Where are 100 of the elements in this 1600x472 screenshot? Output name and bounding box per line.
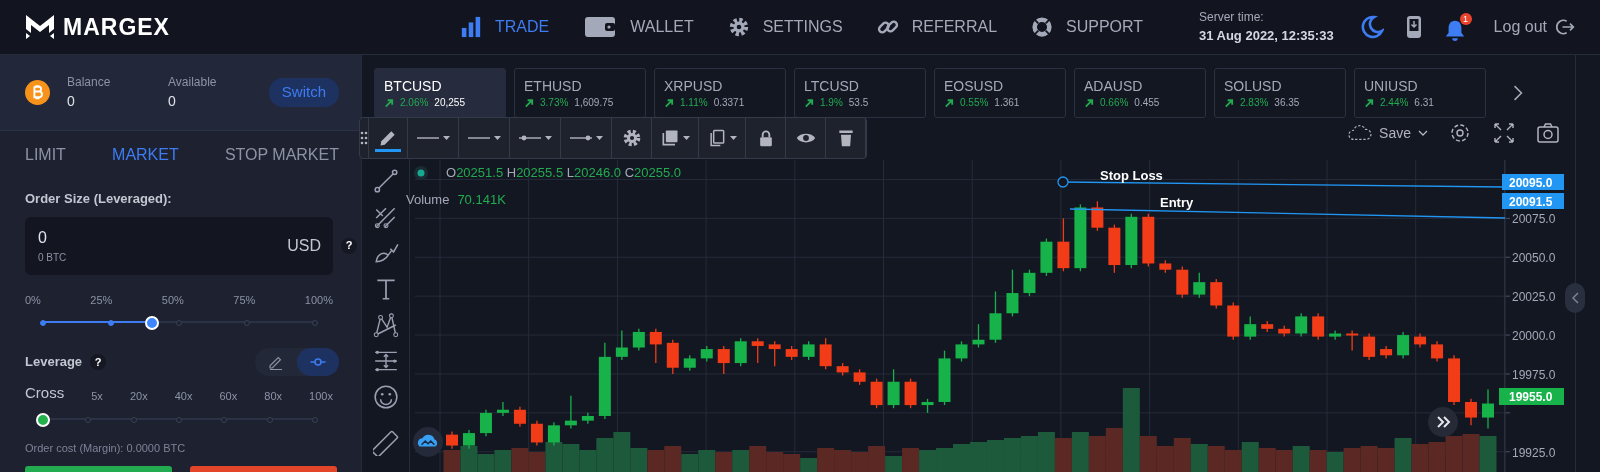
candlestick: [819, 337, 832, 370]
candlestick: [649, 328, 662, 364]
nav-link[interactable]: WALLET: [583, 14, 694, 40]
slider-label: 80x: [264, 389, 283, 404]
price-label: 20075.0: [1512, 212, 1556, 227]
volume-value: 70.141K: [457, 190, 506, 209]
ticker-price: 0.455: [1134, 95, 1160, 110]
price-change: 3.73%: [540, 95, 569, 110]
candlestick: [887, 368, 900, 409]
ticker-tab[interactable]: LTCUSD 1.9% 53.5: [794, 68, 926, 118]
balance-value: 0: [67, 92, 76, 111]
price-label: 19975.0: [1512, 367, 1556, 382]
order-type-tab[interactable]: LIMIT: [25, 143, 66, 167]
candlestick: [530, 420, 543, 447]
slider-label: 20x: [129, 389, 148, 404]
price-tag: 20095.0: [1502, 174, 1564, 190]
candlestick: [496, 401, 509, 417]
candlestick: [955, 340, 968, 363]
price-label: 20000.0: [1512, 329, 1556, 344]
order-size-field[interactable]: 0 0 BTC USD: [25, 216, 333, 275]
ticker-tab[interactable]: EOSUSD 0.55% 1.361: [934, 68, 1066, 118]
server-time: 31 Aug 2022, 12:35:33: [1198, 27, 1334, 46]
ticker-tab[interactable]: ETHUSD 3.73% 1,609.75: [514, 68, 646, 118]
candlestick: [1482, 388, 1494, 430]
order-type-tab[interactable]: MARKET: [112, 143, 179, 167]
slider-label: 0%: [25, 292, 41, 308]
candlestick: [1193, 272, 1206, 299]
candlestick: [768, 340, 781, 367]
candlestick: [632, 328, 645, 352]
price-label: 20025.0: [1512, 290, 1556, 305]
notification-badge: 1: [1459, 12, 1472, 25]
order-size-label: Order Size (Leveraged):: [25, 190, 173, 208]
slider-label: 40x: [174, 389, 193, 404]
ticker-price: 1.361: [994, 95, 1020, 110]
nav-link[interactable]: SUPPORT: [1031, 15, 1144, 39]
candlestick: [513, 405, 526, 428]
candlestick: [1312, 312, 1325, 341]
server-time-label: Server time:: [1198, 9, 1265, 27]
available-value: 0: [168, 92, 177, 111]
order-cost: Order cost (Margin): 0.0000 BTC: [24, 440, 187, 456]
candlestick: [1091, 200, 1104, 232]
price-change: 1.11%: [680, 95, 708, 110]
ticker-tab[interactable]: UNIUSD 2.44% 6.31: [1354, 68, 1486, 118]
price-label: 19925.0: [1512, 445, 1556, 460]
candlestick: [1023, 269, 1036, 297]
price-tag: 20091.5: [1502, 193, 1564, 209]
ticker-price: 0.3371: [713, 95, 745, 110]
candlestick: [1210, 278, 1223, 310]
candlestick: [1346, 329, 1359, 352]
candlestick: [870, 377, 883, 409]
slider-label: 100x: [309, 389, 333, 404]
ticker-price: 20,255: [434, 95, 465, 110]
candlestick: [1363, 332, 1376, 361]
ticker-tab[interactable]: SOLUSD 2.83% 36.35: [1214, 68, 1346, 118]
slider-label: 75%: [233, 292, 256, 308]
candlestick: [904, 377, 917, 409]
candlestick: [615, 329, 628, 361]
nav-link[interactable]: REFERRAL: [876, 15, 998, 39]
candlestick: [1244, 315, 1257, 341]
price-change: 2.83%: [1240, 95, 1269, 110]
nav-link[interactable]: SETTINGS: [727, 15, 843, 39]
price-change: 2.06%: [400, 95, 429, 110]
slider-label: 60x: [219, 389, 238, 404]
candlestick: [751, 337, 764, 364]
order-type-tab[interactable]: STOP MARKET: [224, 143, 339, 167]
amount-input[interactable]: 0: [38, 226, 118, 250]
help-icon[interactable]: ?: [90, 354, 107, 370]
candlestick: [717, 345, 730, 375]
candlestick: [734, 337, 747, 367]
notifications-button[interactable]: 1: [1443, 12, 1472, 42]
ticker-price: 53.5: [848, 95, 869, 110]
ticker-tab[interactable]: XRPUSD 1.11% 0.3371: [654, 68, 786, 118]
slider-label: 25%: [90, 292, 113, 308]
slider-label: 5x: [91, 389, 103, 404]
ticker-tab[interactable]: ADAUSD 0.66% 0.455: [1074, 68, 1206, 118]
price-change: 0.66%: [1100, 95, 1129, 110]
candlestick: [1397, 331, 1410, 360]
candlestick: [1329, 329, 1342, 341]
ticker-tab[interactable]: BTCUSD 2.06% 20,255: [374, 68, 506, 118]
ticker-price: 1,609.75: [574, 95, 614, 110]
save-button[interactable]: Save: [1346, 122, 1428, 144]
candlestick: [1295, 312, 1308, 338]
price-change: 1.9%: [820, 95, 843, 110]
volume-label: Volume: [406, 190, 450, 209]
ohlc-legend: O20251.5 H20255.5 L20246.0 C20255.0: [446, 163, 681, 183]
order-label: Entry: [1160, 195, 1194, 210]
help-icon[interactable]: ?: [341, 237, 357, 254]
candlestick: [1006, 269, 1019, 318]
candlestick: [479, 409, 492, 437]
leverage-label: Leverage: [25, 353, 83, 372]
price-change: 0.55%: [960, 95, 989, 110]
logout-button[interactable]: Log out: [1493, 17, 1575, 37]
price-label: 20050.0: [1512, 251, 1556, 266]
last-price-tag: 19955.0: [1499, 388, 1564, 405]
ticker-price: 6.31: [1414, 95, 1434, 110]
price-change: 2.44%: [1380, 95, 1409, 110]
candlestick: [802, 340, 815, 361]
nav-link[interactable]: TRADE: [460, 15, 550, 39]
candlestick: [1431, 340, 1444, 363]
order-label: Stop Loss: [1100, 168, 1163, 183]
